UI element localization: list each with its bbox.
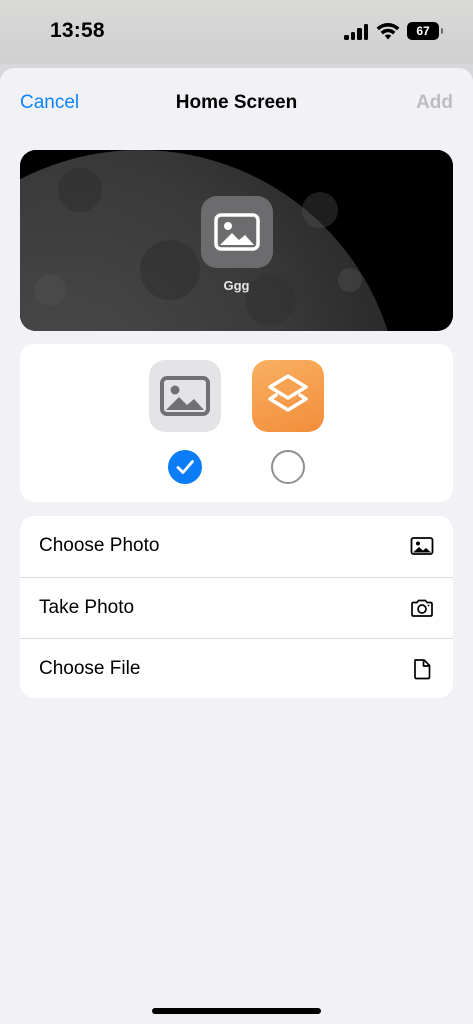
home-screen-sheet: Cancel Home Screen Add Ggg Choose Photo …	[0, 68, 473, 1024]
choose-file-label: Choose File	[39, 658, 141, 679]
choose-file-row[interactable]: Choose File	[20, 638, 453, 698]
photo-icon-option[interactable]	[149, 360, 221, 432]
preview-app-label: Ggg	[223, 278, 250, 293]
choose-photo-label: Choose Photo	[39, 535, 160, 556]
shortcuts-option-radio[interactable]	[271, 450, 305, 484]
preview-app-icon	[201, 196, 273, 268]
cellular-signal-icon	[344, 24, 370, 40]
image-source-list: Choose Photo Take Photo Choose File	[20, 516, 453, 698]
choose-photo-row[interactable]: Choose Photo	[20, 516, 453, 577]
photo-placeholder-icon	[160, 376, 210, 416]
shortcuts-app-icon	[268, 374, 308, 412]
home-screen-preview: Ggg	[20, 150, 453, 331]
page-title: Home Screen	[175, 92, 298, 113]
camera-icon	[411, 599, 433, 617]
take-photo-row[interactable]: Take Photo	[20, 577, 453, 638]
home-indicator	[152, 1008, 321, 1014]
status-time: 13:58	[50, 19, 105, 42]
photo-icon	[410, 537, 434, 555]
status-bar: 13:58 67	[0, 0, 473, 64]
document-icon	[414, 659, 431, 680]
shortcuts-icon-option[interactable]	[252, 360, 324, 432]
photo-option-radio-selected[interactable]	[168, 450, 202, 484]
wifi-icon	[376, 23, 400, 40]
add-button[interactable]: Add	[416, 92, 453, 114]
checkmark-icon	[176, 460, 194, 474]
photo-placeholder-icon	[214, 213, 260, 251]
icon-choice-card	[20, 344, 453, 502]
take-photo-label: Take Photo	[39, 597, 135, 618]
battery-icon: 67	[407, 22, 443, 40]
